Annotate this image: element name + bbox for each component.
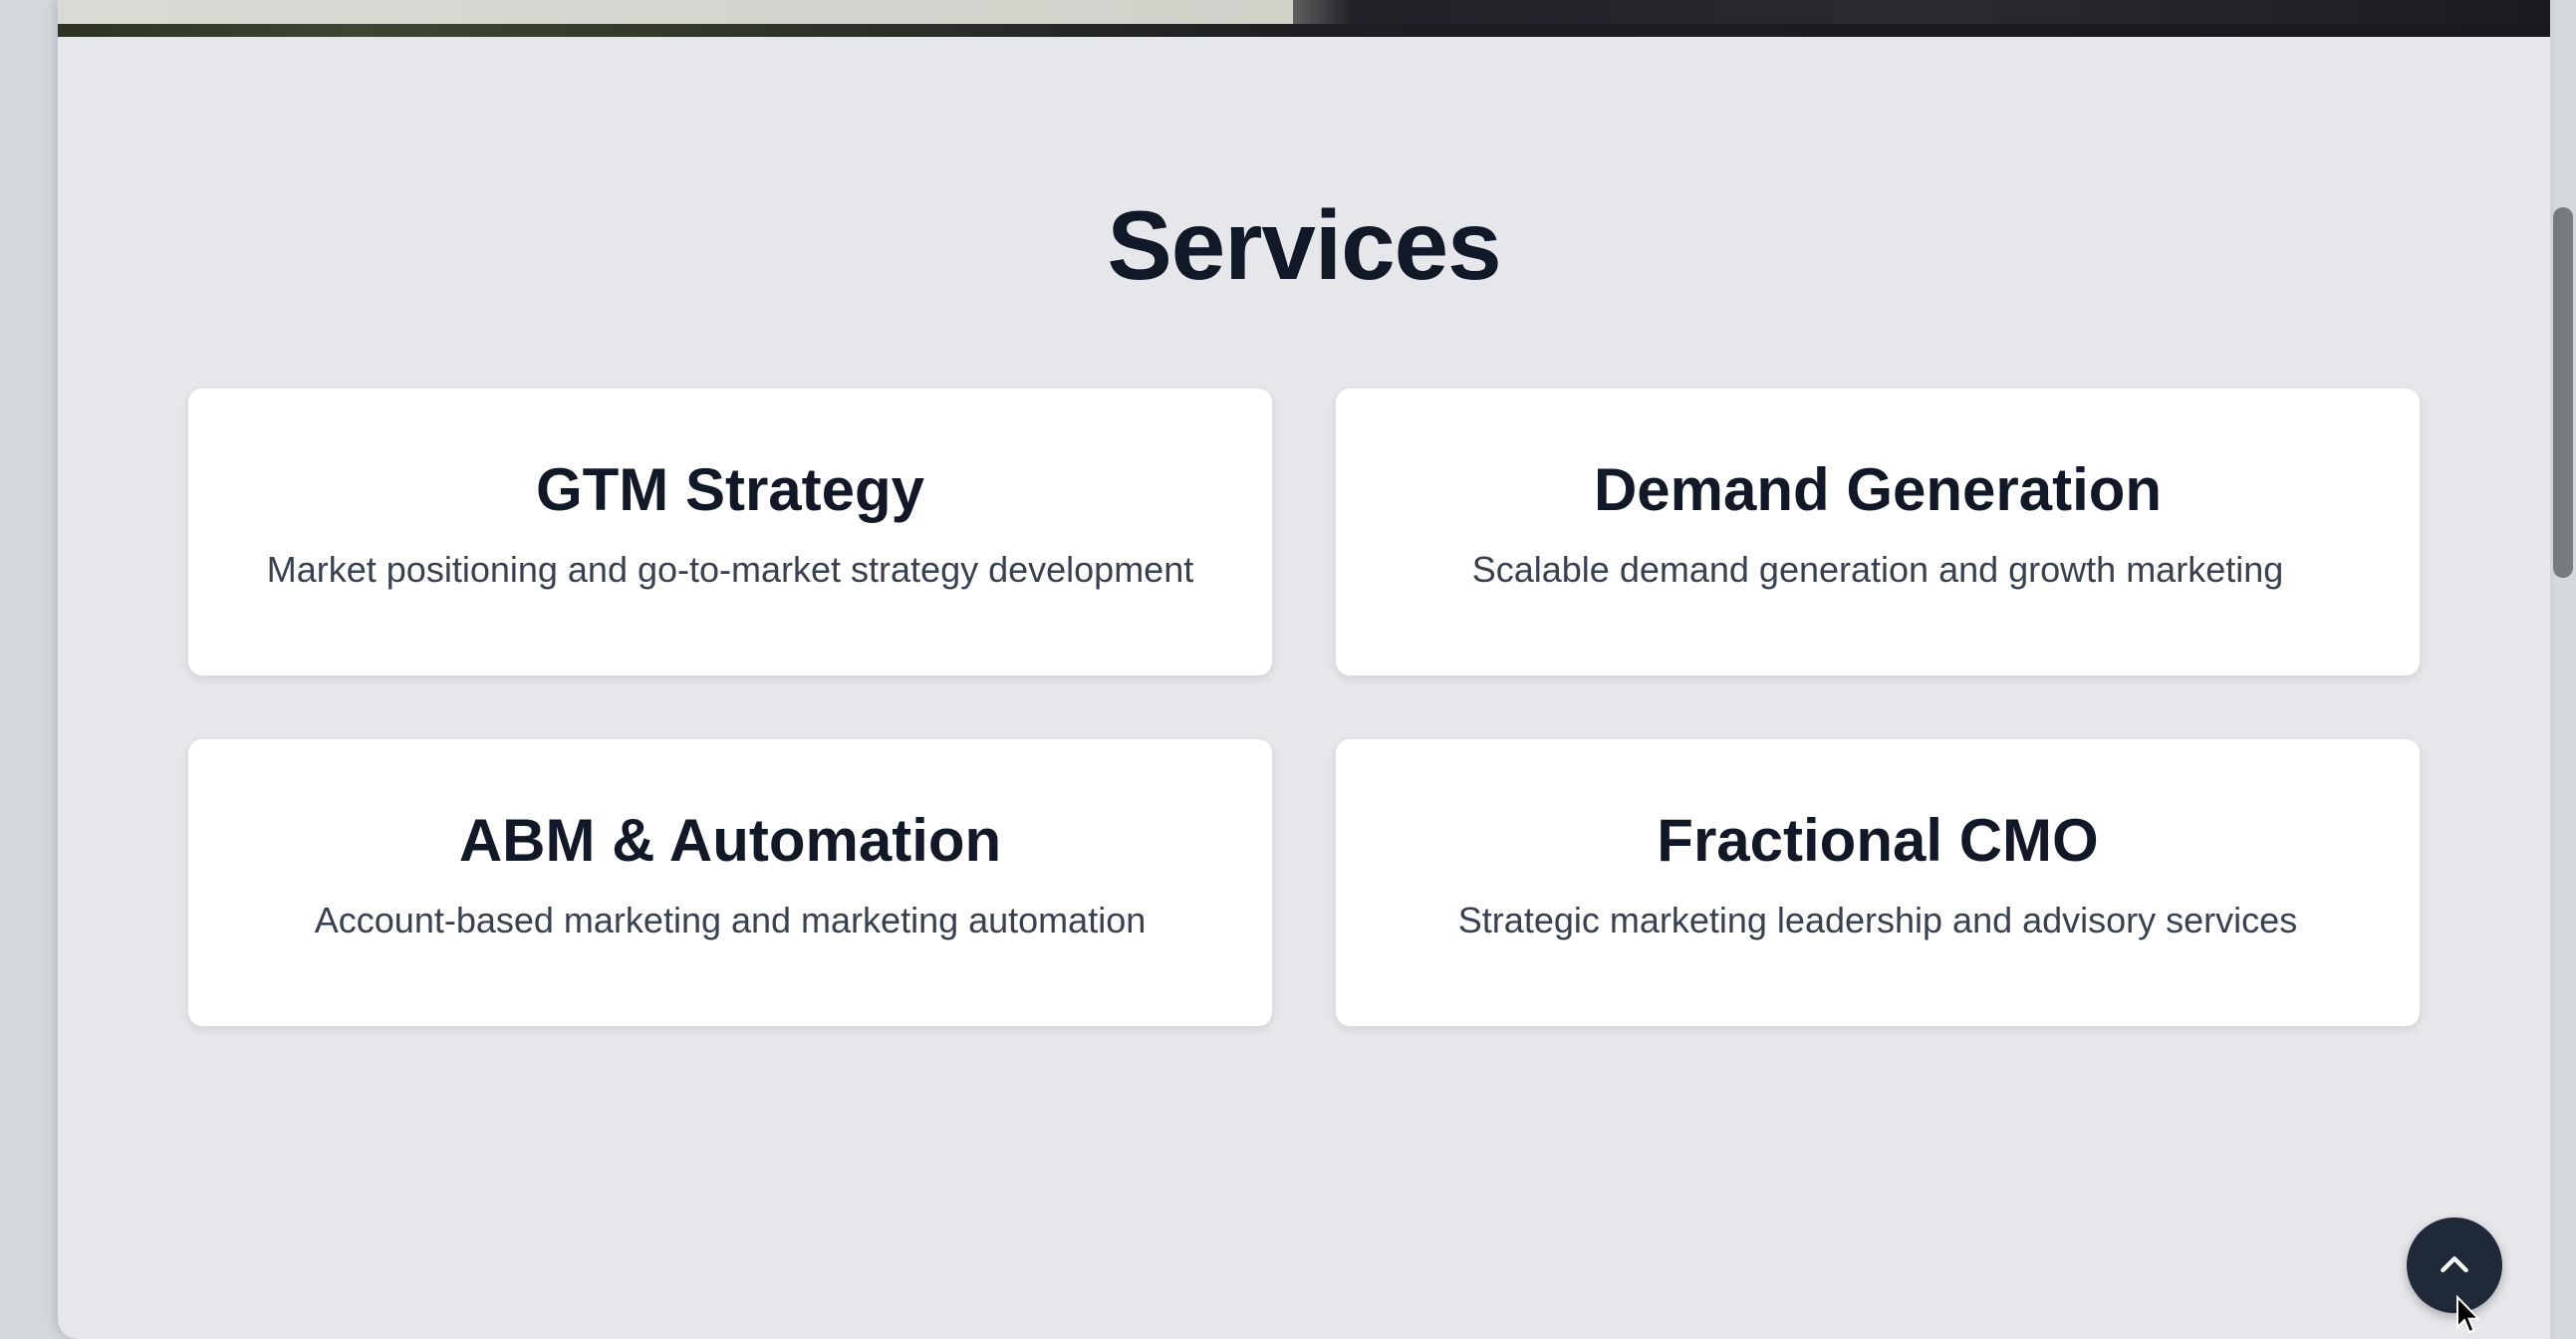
- service-card-gtm-strategy: GTM Strategy Market positioning and go-t…: [188, 389, 1272, 675]
- browser-viewport: Services GTM Strategy Market positioning…: [58, 0, 2550, 1339]
- service-card-title: Fractional CMO: [1657, 807, 2099, 874]
- hero-image-edge: [58, 0, 2550, 37]
- hero-image-light-area: [58, 0, 1293, 24]
- service-card-title: GTM Strategy: [535, 456, 925, 523]
- service-card-description: Strategic marketing leadership and advis…: [1457, 900, 2298, 940]
- service-card-description: Scalable demand generation and growth ma…: [1471, 549, 2284, 590]
- service-card-title: Demand Generation: [1593, 456, 2163, 523]
- service-card-abm-automation: ABM & Automation Account-based marketing…: [188, 739, 1272, 1026]
- service-card-description: Market positioning and go-to-market stra…: [266, 549, 1194, 590]
- service-card-fractional-cmo: Fractional CMO Strategic marketing leade…: [1336, 739, 2420, 1026]
- service-card-description: Account-based marketing and marketing au…: [314, 900, 1147, 940]
- back-to-top-button[interactable]: [2407, 1217, 2502, 1313]
- mouse-cursor-icon: [2456, 1295, 2481, 1334]
- services-heading: Services: [1107, 190, 1501, 300]
- hero-image-dark-band: [58, 24, 2550, 37]
- scrollbar-thumb[interactable]: [2553, 207, 2573, 578]
- service-card-demand-generation: Demand Generation Scalable demand genera…: [1336, 389, 2420, 675]
- service-card-title: ABM & Automation: [458, 807, 1002, 874]
- chevron-up-icon: [2441, 1256, 2468, 1273]
- vertical-scrollbar[interactable]: [2550, 0, 2576, 1339]
